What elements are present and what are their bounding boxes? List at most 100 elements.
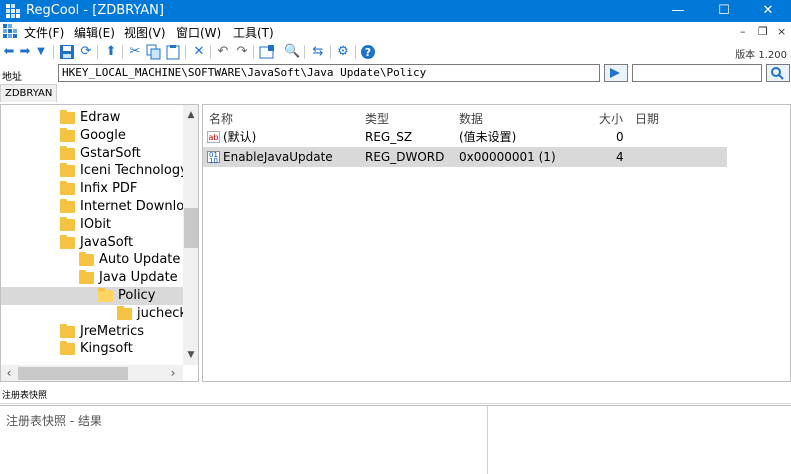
svg-text:?: ? — [365, 46, 371, 59]
mdi-minimize-button[interactable]: – — [740, 25, 746, 38]
tree-item-label: Java Update — [99, 270, 178, 286]
tree-item[interactable]: Iceni Technology — [1, 162, 188, 180]
tree-item-label: Policy — [118, 288, 156, 303]
tree-item[interactable]: Auto Update — [1, 251, 183, 269]
tab-zdbryan[interactable]: ZDBRYAN — [0, 84, 58, 102]
cut-icon[interactable]: ✂ — [127, 44, 143, 60]
tree-item[interactable]: GstarSoft — [1, 145, 183, 163]
toolbar-separator — [355, 45, 356, 59]
address-input[interactable]: HKEY_LOCAL_MACHINE\SOFTWARE\JavaSoft\Jav… — [58, 64, 600, 82]
tree-item[interactable]: Policy — [1, 287, 183, 305]
scroll-down-icon[interactable]: ▼ — [183, 347, 198, 363]
toolbar-separator — [53, 45, 54, 59]
tree-item[interactable]: JavaSoft — [1, 234, 183, 252]
column-header-name[interactable]: 名称 — [209, 110, 233, 127]
scroll-up-icon[interactable]: ▲ — [183, 107, 198, 123]
folder-icon — [60, 199, 75, 213]
paste-icon[interactable] — [165, 44, 181, 60]
tree-vertical-scrollbar[interactable]: ▲ ▼ — [183, 105, 198, 365]
folder-icon — [60, 216, 75, 231]
open-folder-icon — [98, 288, 113, 302]
help-icon[interactable]: ? — [360, 44, 376, 60]
value-data: (值未设置) — [459, 130, 517, 144]
maximize-button[interactable]: ☐ — [701, 0, 747, 22]
menu-view[interactable]: 视图(V) — [124, 24, 166, 41]
tree-item[interactable]: Kingsoft — [1, 340, 183, 358]
back-icon[interactable]: ⬅ — [1, 44, 17, 60]
menu-edit[interactable]: 编辑(E) — [74, 24, 115, 41]
minimize-button[interactable]: — — [655, 0, 701, 22]
tree-item-label: Kingsoft — [80, 341, 133, 357]
forward-icon[interactable]: ➡ — [17, 44, 33, 60]
tree-item-label: Iceni Technology — [80, 163, 188, 179]
folder-icon — [60, 181, 75, 196]
folder-icon — [60, 234, 75, 249]
regcool-menu-icon[interactable] — [3, 24, 17, 38]
menu-bar: 文件(F) 编辑(E) 视图(V) 窗口(W) 工具(T) – ❐ × — [0, 22, 791, 42]
value-row-selected[interactable]: 01 10 EnableJavaUpdate REG_DWORD 0x000000… — [203, 147, 727, 167]
go-button[interactable] — [604, 64, 628, 82]
snapshot-divider[interactable] — [487, 406, 488, 474]
refresh-icon[interactable]: ⟳ — [78, 44, 94, 60]
folder-icon — [79, 270, 94, 285]
column-header-data[interactable]: 数据 — [459, 110, 483, 127]
tree-horizontal-scrollbar[interactable]: ‹ › — [1, 365, 183, 381]
up-icon[interactable]: ⬆ — [103, 44, 119, 60]
search-icon[interactable]: 🔍 — [284, 44, 300, 60]
new-key-icon[interactable] — [259, 44, 275, 60]
menu-window[interactable]: 窗口(W) — [176, 24, 221, 41]
redo-icon[interactable]: ↷ — [234, 44, 250, 60]
tree-item[interactable]: Google — [1, 127, 183, 145]
close-button[interactable]: ✕ — [745, 0, 791, 22]
string-value-icon: ab — [207, 131, 220, 143]
value-row[interactable]: ab (默认) REG_SZ (值未设置) 0 — [203, 127, 727, 147]
tree-item[interactable]: JreMetrics — [1, 323, 183, 341]
tree-item[interactable]: Internet Downloa — [1, 198, 192, 216]
save-icon[interactable] — [59, 44, 75, 60]
tree-item[interactable]: jucheck — [1, 305, 187, 323]
mdi-close-button[interactable]: × — [777, 25, 786, 38]
tree-scroll-thumb[interactable] — [184, 208, 198, 248]
snapshot-panel: 注册表快照 - 结果 — [0, 405, 791, 474]
dropdown-icon[interactable]: ▼ — [33, 44, 49, 60]
undo-icon[interactable]: ↶ — [215, 44, 231, 60]
tree-item[interactable]: Java Update — [1, 269, 183, 287]
tree-item-label: Internet Downloa — [80, 199, 193, 214]
column-header-size[interactable]: 大小 — [599, 110, 623, 127]
copy-icon[interactable] — [146, 44, 162, 60]
toolbar-separator — [304, 45, 305, 59]
value-name: (默认) — [223, 130, 257, 144]
folder-icon — [60, 323, 75, 338]
tree-item-label: JreMetrics — [80, 323, 145, 339]
tree-item[interactable]: IObit — [1, 216, 183, 234]
column-header-date[interactable]: 日期 — [635, 110, 659, 127]
value-size: 0 — [616, 130, 624, 144]
tree-hscroll-thumb[interactable] — [18, 367, 128, 380]
address-bar: 地址 HKEY_LOCAL_MACHINE\SOFTWARE\JavaSoft\… — [0, 62, 791, 84]
toolbar-separator — [210, 45, 211, 59]
address-label: 地址 — [2, 72, 22, 83]
toolbar-separator — [330, 45, 331, 59]
window-title: RegCool - [ZDBRYAN] — [26, 3, 164, 18]
delete-icon[interactable]: ✕ — [191, 44, 207, 60]
menu-file[interactable]: 文件(F) — [24, 24, 64, 41]
toolbar-separator — [122, 45, 123, 59]
compare-icon[interactable]: ⇆ — [310, 44, 326, 60]
search-button[interactable] — [766, 64, 790, 82]
scroll-left-icon[interactable]: ‹ — [1, 365, 17, 381]
value-data: 0x00000001 (1) — [459, 150, 556, 164]
folder-icon — [79, 252, 94, 267]
toolbar-separator — [97, 45, 98, 59]
tree-item-label: Infix PDF — [80, 181, 138, 197]
column-header-type[interactable]: 类型 — [365, 110, 389, 127]
snapshot-result-label: 注册表快照 - 结果 — [6, 414, 102, 428]
value-size: 4 — [616, 150, 624, 164]
search-input[interactable] — [632, 64, 762, 82]
tree-item[interactable]: Edraw — [1, 109, 183, 127]
scroll-right-icon[interactable]: › — [165, 365, 181, 381]
mdi-restore-button[interactable]: ❐ — [758, 25, 768, 38]
settings-icon[interactable]: ⚙ — [335, 44, 351, 60]
tree-item-label: IObit — [80, 216, 112, 232]
menu-tools[interactable]: 工具(T) — [233, 24, 274, 41]
tree-item[interactable]: Infix PDF — [1, 180, 183, 198]
